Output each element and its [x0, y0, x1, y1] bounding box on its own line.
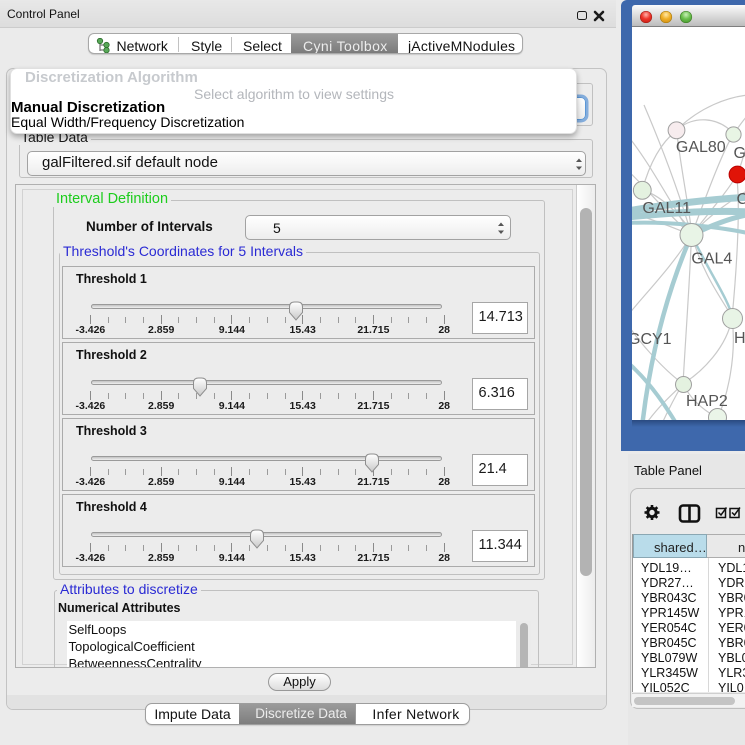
svg-text:GA: GA	[733, 145, 745, 162]
svg-text:GAL80: GAL80	[675, 139, 725, 156]
svg-text:GCY1: GCY1	[632, 331, 672, 348]
svg-text:GAL11: GAL11	[642, 200, 691, 217]
svg-text:C: C	[736, 191, 745, 208]
svg-text:HAP2: HAP2	[686, 393, 728, 410]
svg-text:GAL4: GAL4	[691, 251, 732, 268]
svg-text:H: H	[734, 330, 745, 347]
